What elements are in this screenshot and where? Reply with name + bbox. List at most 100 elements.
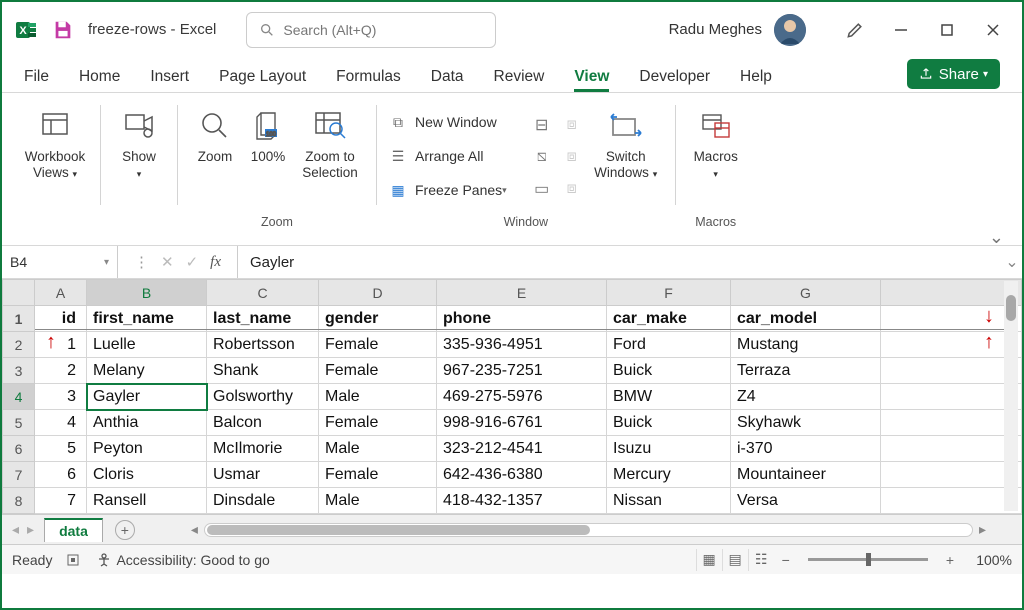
cell[interactable]: Robertsson xyxy=(207,332,319,358)
cell[interactable]: 6 xyxy=(35,462,87,488)
row-header-3[interactable]: 3 xyxy=(3,358,35,384)
enter-formula-icon[interactable]: ✓ xyxy=(186,253,199,271)
row-header-7[interactable]: 7 xyxy=(3,462,35,488)
cell[interactable]: Golsworthy xyxy=(207,384,319,410)
cell[interactable]: 1 xyxy=(35,332,87,358)
cell[interactable]: Nissan xyxy=(607,488,731,514)
zoom-to-selection-button[interactable]: Zoom to Selection xyxy=(294,103,366,181)
zoom-100-button[interactable]: 100 100% xyxy=(242,103,294,165)
cell[interactable]: 7 xyxy=(35,488,87,514)
cell[interactable]: Female xyxy=(319,332,437,358)
cell[interactable]: phone xyxy=(437,306,607,332)
cell[interactable]: first_name xyxy=(87,306,207,332)
cell[interactable]: Buick xyxy=(607,410,731,436)
cell[interactable]: 418-432-1357 xyxy=(437,488,607,514)
sheet-nav-next[interactable]: ▸ xyxy=(27,521,34,538)
row-header-4[interactable]: 4 xyxy=(3,384,35,410)
tab-file[interactable]: File xyxy=(24,68,49,92)
row-header-5[interactable]: 5 xyxy=(3,410,35,436)
col-header-E[interactable]: E xyxy=(437,280,607,306)
cell[interactable]: car_model xyxy=(731,306,881,332)
save-icon[interactable] xyxy=(52,19,74,41)
macro-record-icon[interactable] xyxy=(66,552,82,568)
icon2b[interactable]: ⧈ xyxy=(567,141,577,173)
tab-view[interactable]: View xyxy=(574,68,609,92)
cell[interactable]: Shank xyxy=(207,358,319,384)
icon2a[interactable]: ⧈ xyxy=(567,109,577,141)
cell[interactable]: 323-212-4541 xyxy=(437,436,607,462)
cell[interactable]: Terraza xyxy=(731,358,881,384)
cell[interactable]: 998-916-6761 xyxy=(437,410,607,436)
share-button[interactable]: Share ▾ xyxy=(907,59,1000,89)
cell[interactable]: last_name xyxy=(207,306,319,332)
maximize-button[interactable] xyxy=(930,13,964,47)
icon2c[interactable]: ⧈ xyxy=(567,173,577,205)
sheet-nav-prev[interactable]: ◂ xyxy=(12,521,19,538)
workbook-views-button[interactable]: Workbook Views ▾ xyxy=(20,103,90,181)
row-header-1[interactable]: 1 xyxy=(3,306,35,332)
cell[interactable]: 335-936-4951 xyxy=(437,332,607,358)
pen-icon[interactable] xyxy=(838,13,872,47)
cell[interactable]: Male xyxy=(319,436,437,462)
cell[interactable]: 5 xyxy=(35,436,87,462)
cell[interactable]: Ransell xyxy=(87,488,207,514)
row-header-8[interactable]: 8 xyxy=(3,488,35,514)
cell[interactable]: Mustang xyxy=(731,332,881,358)
tab-data[interactable]: Data xyxy=(431,68,464,92)
cancel-formula-icon[interactable]: ✕ xyxy=(161,253,174,271)
split-icon[interactable]: ⊟ xyxy=(535,109,548,141)
col-header-D[interactable]: D xyxy=(319,280,437,306)
tab-help[interactable]: Help xyxy=(740,68,772,92)
cell[interactable]: Dinsdale xyxy=(207,488,319,514)
name-box[interactable]: B4▾ xyxy=(2,246,118,278)
cell[interactable]: Isuzu xyxy=(607,436,731,462)
add-sheet-button[interactable]: + xyxy=(115,520,135,540)
close-button[interactable] xyxy=(976,13,1010,47)
cell[interactable]: Z4 xyxy=(731,384,881,410)
new-window-button[interactable]: ⧉New Window xyxy=(387,105,507,139)
tab-page-layout[interactable]: Page Layout xyxy=(219,68,306,92)
cell[interactable]: 2 xyxy=(35,358,87,384)
page-break-icon[interactable]: ☷ xyxy=(748,549,774,571)
freeze-panes-button[interactable]: ▦Freeze Panes ▾ xyxy=(387,173,507,207)
tab-insert[interactable]: Insert xyxy=(150,68,189,92)
zoom-button[interactable]: Zoom xyxy=(188,103,242,165)
tab-formulas[interactable]: Formulas xyxy=(336,68,401,92)
show-button[interactable]: Show▾ xyxy=(111,103,167,181)
horizontal-scrollbar[interactable]: ◂▸ xyxy=(185,521,992,538)
vertical-scrollbar[interactable] xyxy=(1004,281,1018,511)
cell[interactable]: id xyxy=(35,306,87,332)
cell[interactable]: car_make xyxy=(607,306,731,332)
win-icon[interactable]: ▭ xyxy=(534,173,549,205)
cell[interactable]: Usmar xyxy=(207,462,319,488)
cell[interactable]: Female xyxy=(319,358,437,384)
sheet-tab-data[interactable]: data xyxy=(44,518,103,542)
cell[interactable]: Female xyxy=(319,410,437,436)
cell[interactable]: Anthia xyxy=(87,410,207,436)
accessibility-status[interactable]: Accessibility: Good to go xyxy=(96,552,269,568)
cell[interactable]: 4 xyxy=(35,410,87,436)
switch-windows-button[interactable]: Switch Windows ▾ xyxy=(587,103,665,181)
normal-view-icon[interactable]: ▦ xyxy=(696,549,722,571)
user-avatar[interactable] xyxy=(774,14,806,46)
col-header-G[interactable]: G xyxy=(731,280,881,306)
fx-icon[interactable]: fx xyxy=(210,254,221,271)
spreadsheet-grid[interactable]: ABCDEFG1idfirst_namelast_namegenderphone… xyxy=(2,279,1022,514)
cell[interactable]: Male xyxy=(319,488,437,514)
cell[interactable]: 469-275-5976 xyxy=(437,384,607,410)
cell[interactable]: McIlmorie xyxy=(207,436,319,462)
arrange-all-button[interactable]: ☰Arrange All xyxy=(387,139,507,173)
diag-icon[interactable]: ⧅ xyxy=(537,141,547,173)
cell[interactable]: Ford xyxy=(607,332,731,358)
cell[interactable]: 967-235-7251 xyxy=(437,358,607,384)
zoom-slider[interactable] xyxy=(808,558,928,561)
cell[interactable]: gender xyxy=(319,306,437,332)
row-header-2[interactable]: 2 xyxy=(3,332,35,358)
col-header-C[interactable]: C xyxy=(207,280,319,306)
cell[interactable]: Mountaineer xyxy=(731,462,881,488)
zoom-in[interactable]: + xyxy=(938,552,962,568)
cell[interactable]: 3 xyxy=(35,384,87,410)
macros-button[interactable]: Macros▾ xyxy=(686,103,746,181)
cell[interactable]: Gayler xyxy=(87,384,207,410)
page-layout-icon[interactable]: ▤ xyxy=(722,549,748,571)
